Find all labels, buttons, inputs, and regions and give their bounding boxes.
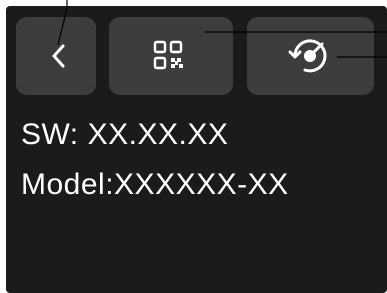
software-version-value: XX.XX.XX [87,118,229,151]
chevron-left-icon [52,44,65,68]
calibrate-reset-icon [288,39,327,73]
model-value: XXXXXX-XX [114,168,289,201]
model-label: Model: [21,168,115,201]
software-version-label: SW: [21,118,79,151]
software-version-line: SW: XX.XX.XX [21,118,228,152]
back-button[interactable] [16,17,96,95]
model-line: Model:XXXXXX-XX [21,168,289,202]
calibrate-reset-button[interactable] [247,17,374,95]
qr-code-icon [153,40,183,70]
qr-code-button[interactable] [109,17,233,95]
